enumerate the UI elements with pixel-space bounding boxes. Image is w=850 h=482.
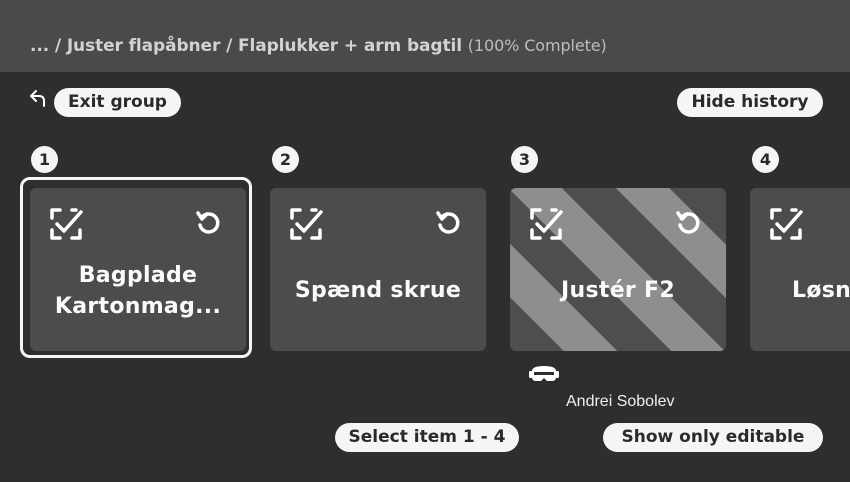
step-card-label: Justér F2 bbox=[561, 278, 675, 303]
item-number-3: 3 bbox=[511, 146, 538, 173]
show-only-editable-button[interactable]: Show only editable bbox=[603, 423, 823, 452]
dashed-check-icon[interactable] bbox=[288, 206, 324, 242]
reset-icon[interactable] bbox=[434, 208, 464, 238]
exit-group-button[interactable]: Exit group bbox=[54, 88, 181, 117]
item-number-1: 1 bbox=[31, 146, 58, 173]
back-arrow-icon[interactable] bbox=[29, 88, 49, 108]
item-number-2: 2 bbox=[272, 146, 299, 173]
dashed-check-icon[interactable] bbox=[768, 206, 804, 242]
active-user-name: Andrei Sobolev bbox=[566, 393, 675, 410]
step-card-3[interactable]: Justér F2 bbox=[510, 188, 726, 351]
reset-icon[interactable] bbox=[194, 208, 224, 238]
dashed-check-icon[interactable] bbox=[48, 206, 84, 242]
hide-history-button[interactable]: Hide history bbox=[677, 88, 823, 117]
headset-icon bbox=[529, 366, 559, 381]
breadcrumb: ... / Juster flapåbner / Flaplukker + ar… bbox=[30, 36, 607, 56]
step-card-label: Løsn bbox=[792, 278, 850, 303]
step-card-label: Spænd skrue bbox=[294, 278, 462, 303]
item-number-4: 4 bbox=[752, 146, 779, 173]
dashed-check-icon[interactable] bbox=[528, 206, 564, 242]
reset-icon[interactable] bbox=[674, 208, 704, 238]
select-item-button[interactable]: Select item 1 - 4 bbox=[335, 423, 519, 452]
step-card-label: Bagplade Kartonmag... bbox=[54, 262, 222, 319]
header-bar: ... / Juster flapåbner / Flaplukker + ar… bbox=[0, 0, 850, 72]
step-card-4[interactable]: Løsn bbox=[750, 188, 850, 351]
step-card-2[interactable]: Spænd skrue bbox=[270, 188, 486, 351]
breadcrumb-path[interactable]: ... / Juster flapåbner / Flaplukker + ar… bbox=[30, 36, 462, 56]
completion-status: (100% Complete) bbox=[467, 36, 607, 55]
step-card-1[interactable]: Bagplade Kartonmag... bbox=[30, 188, 246, 351]
